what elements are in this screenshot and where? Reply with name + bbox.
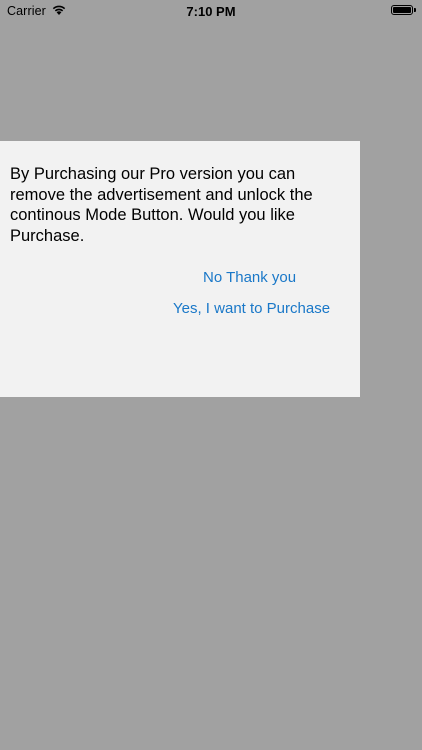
battery-level [393, 7, 411, 13]
status-time: 7:10 PM [186, 4, 236, 19]
no-thank-you-button[interactable]: No Thank you [203, 269, 296, 286]
purchase-button[interactable]: Yes, I want to Purchase [173, 300, 330, 317]
battery-cap [414, 8, 416, 12]
battery-icon [391, 5, 413, 15]
purchase-dialog: By Purchasing our Pro version you can re… [0, 141, 360, 397]
status-bar: Carrier 7:10 PM [0, 0, 422, 22]
dialog-message: By Purchasing our Pro version you can re… [10, 165, 313, 245]
